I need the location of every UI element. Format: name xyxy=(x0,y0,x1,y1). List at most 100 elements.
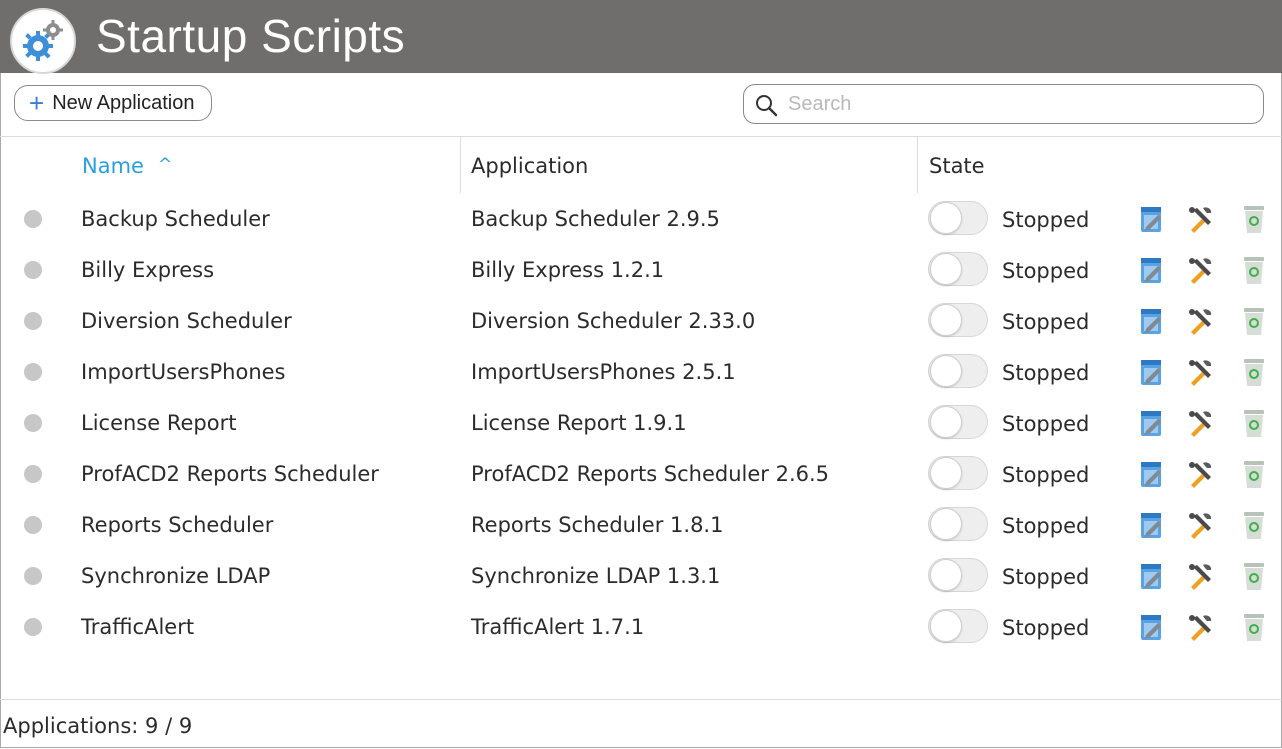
row-application: Synchronize LDAP 1.3.1 xyxy=(471,564,721,588)
row-application: Billy Express 1.2.1 xyxy=(471,258,665,282)
status-dot xyxy=(24,567,42,585)
row-state: Stopped xyxy=(1002,463,1090,487)
toggle-knob xyxy=(930,202,962,234)
tools-icon[interactable] xyxy=(1185,509,1215,541)
table-header: Name ^ Application State xyxy=(0,137,1282,193)
new-application-button[interactable]: + New Application xyxy=(14,85,212,121)
edit-icon[interactable] xyxy=(1136,509,1166,541)
toggle-knob xyxy=(930,457,962,489)
gears-icon xyxy=(10,8,76,74)
trash-icon[interactable] xyxy=(1239,560,1269,592)
column-header-name[interactable]: Name ^ xyxy=(82,137,172,193)
table-row[interactable]: ImportUsersPhones ImportUsersPhones 2.5.… xyxy=(0,346,1282,397)
trash-icon[interactable] xyxy=(1239,458,1269,490)
trash-icon[interactable] xyxy=(1239,407,1269,439)
search-box[interactable] xyxy=(743,84,1264,124)
edit-icon[interactable] xyxy=(1136,305,1166,337)
tools-icon[interactable] xyxy=(1185,305,1215,337)
toggle-knob xyxy=(930,304,962,336)
table-row[interactable]: Reports Scheduler Reports Scheduler 1.8.… xyxy=(0,499,1282,550)
tools-icon[interactable] xyxy=(1185,458,1215,490)
toggle-knob xyxy=(930,355,962,387)
title-bar: Startup Scripts xyxy=(0,0,1282,74)
tools-icon[interactable] xyxy=(1185,254,1215,286)
tools-icon[interactable] xyxy=(1185,560,1215,592)
table-row[interactable]: ProfACD2 Reports Scheduler ProfACD2 Repo… xyxy=(0,448,1282,499)
start-stop-toggle[interactable] xyxy=(928,456,988,490)
row-state: Stopped xyxy=(1002,310,1090,334)
edit-icon[interactable] xyxy=(1136,254,1166,286)
start-stop-toggle[interactable] xyxy=(928,303,988,337)
column-header-name-label: Name xyxy=(82,154,144,178)
edit-icon[interactable] xyxy=(1136,407,1166,439)
column-divider xyxy=(917,137,918,193)
plus-icon: + xyxy=(29,88,45,118)
start-stop-toggle[interactable] xyxy=(928,252,988,286)
column-header-state[interactable]: State xyxy=(929,137,985,193)
row-state: Stopped xyxy=(1002,361,1090,385)
edit-icon[interactable] xyxy=(1136,611,1166,643)
trash-icon[interactable] xyxy=(1239,305,1269,337)
table-row[interactable]: TrafficAlert TrafficAlert 1.7.1 Stopped xyxy=(0,601,1282,652)
tools-icon[interactable] xyxy=(1185,611,1215,643)
status-dot xyxy=(24,465,42,483)
search-icon xyxy=(756,95,778,117)
row-application: License Report 1.9.1 xyxy=(471,411,687,435)
trash-icon[interactable] xyxy=(1239,203,1269,235)
column-divider xyxy=(460,137,461,193)
row-name: Billy Express xyxy=(81,258,215,282)
row-name: ImportUsersPhones xyxy=(81,360,286,384)
row-state: Stopped xyxy=(1002,565,1090,589)
toggle-knob xyxy=(930,253,962,285)
row-name: License Report xyxy=(81,411,237,435)
edit-icon[interactable] xyxy=(1136,458,1166,490)
start-stop-toggle[interactable] xyxy=(928,558,988,592)
toggle-knob xyxy=(930,406,962,438)
trash-icon[interactable] xyxy=(1239,356,1269,388)
tools-icon[interactable] xyxy=(1185,356,1215,388)
edit-icon[interactable] xyxy=(1136,203,1166,235)
trash-icon[interactable] xyxy=(1239,254,1269,286)
search-input[interactable] xyxy=(788,89,1248,119)
trash-icon[interactable] xyxy=(1239,509,1269,541)
row-name: ProfACD2 Reports Scheduler xyxy=(81,462,379,486)
status-dot xyxy=(24,414,42,432)
toggle-knob xyxy=(930,610,962,642)
table-row[interactable]: Billy Express Billy Express 1.2.1 Stoppe… xyxy=(0,244,1282,295)
toggle-knob xyxy=(930,508,962,540)
column-header-application[interactable]: Application xyxy=(471,137,588,193)
tools-icon[interactable] xyxy=(1185,203,1215,235)
row-name: Synchronize LDAP xyxy=(81,564,271,588)
start-stop-toggle[interactable] xyxy=(928,354,988,388)
start-stop-toggle[interactable] xyxy=(928,609,988,643)
row-name: Backup Scheduler xyxy=(81,207,270,231)
row-state: Stopped xyxy=(1002,412,1090,436)
status-dot xyxy=(24,312,42,330)
row-state: Stopped xyxy=(1002,514,1090,538)
table-row[interactable]: License Report License Report 1.9.1 Stop… xyxy=(0,397,1282,448)
status-dot xyxy=(24,261,42,279)
row-state: Stopped xyxy=(1002,259,1090,283)
applications-count: Applications: 9 / 9 xyxy=(3,714,193,738)
status-dot xyxy=(24,516,42,534)
row-state: Stopped xyxy=(1002,616,1090,640)
trash-icon[interactable] xyxy=(1239,611,1269,643)
new-application-label: New Application xyxy=(52,91,195,114)
row-application: Backup Scheduler 2.9.5 xyxy=(471,207,720,231)
tools-icon[interactable] xyxy=(1185,407,1215,439)
row-name: TrafficAlert xyxy=(81,615,195,639)
edit-icon[interactable] xyxy=(1136,356,1166,388)
row-name: Diversion Scheduler xyxy=(81,309,292,333)
row-application: Diversion Scheduler 2.33.0 xyxy=(471,309,756,333)
table-row[interactable]: Diversion Scheduler Diversion Scheduler … xyxy=(0,295,1282,346)
edit-icon[interactable] xyxy=(1136,560,1166,592)
start-stop-toggle[interactable] xyxy=(928,405,988,439)
row-application: Reports Scheduler 1.8.1 xyxy=(471,513,724,537)
sort-ascending-icon: ^ xyxy=(157,155,173,175)
table-row[interactable]: Synchronize LDAP Synchronize LDAP 1.3.1 … xyxy=(0,550,1282,601)
row-application: ProfACD2 Reports Scheduler 2.6.5 xyxy=(471,462,830,486)
start-stop-toggle[interactable] xyxy=(928,507,988,541)
toggle-knob xyxy=(930,559,962,591)
table-row[interactable]: Backup Scheduler Backup Scheduler 2.9.5 … xyxy=(0,193,1282,244)
start-stop-toggle[interactable] xyxy=(928,201,988,235)
